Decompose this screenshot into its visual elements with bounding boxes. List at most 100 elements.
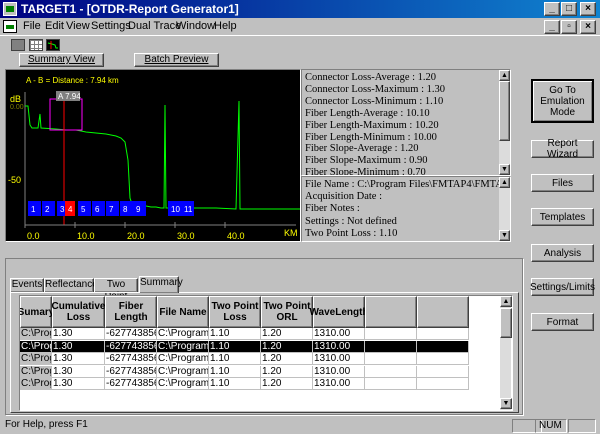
menu-file[interactable]: File [23,20,41,32]
scroll-down-button[interactable]: ▼ [499,164,510,175]
table-cell[interactable]: C:\Program Fil [157,353,209,365]
trace-icon[interactable] [46,39,60,51]
table-cell[interactable]: 1310.00 [313,328,365,340]
scroll-up-button[interactable]: ▲ [499,70,510,81]
tab-two-point[interactable]: Two Point [94,278,138,302]
table-cell[interactable]: 1.30 [52,328,105,340]
table-cell[interactable]: 1.30 [52,365,105,378]
view-single-icon[interactable] [11,39,25,51]
table-cell[interactable]: -6277438562 [105,353,157,365]
column-header[interactable] [417,296,469,328]
menu-help[interactable]: Help [214,20,237,32]
child-restore-button[interactable]: ▫ [561,20,577,34]
table-cell[interactable]: 1.30 [52,340,105,353]
minimize-button[interactable]: _ [544,2,560,16]
analysis-button[interactable]: Analysis [531,244,594,262]
row-header-cell[interactable]: C:\Progr [20,340,52,353]
table-cell[interactable] [417,365,469,378]
table-cell[interactable]: 1.20 [261,340,313,353]
child-minimize-button[interactable]: _ [544,20,560,34]
table-cell[interactable]: -6277438562 [105,328,157,340]
row-header-cell[interactable]: C:\Progr [20,378,52,390]
format-button[interactable]: Format [531,313,594,331]
table-cell[interactable] [365,365,417,378]
table-scroll-down-button[interactable]: ▼ [500,398,512,409]
table-cell[interactable]: 1.20 [261,378,313,390]
table-cell[interactable]: -6277438562 [105,365,157,378]
child-close-button[interactable]: × [580,20,596,34]
table-cell[interactable]: -6277438562 [105,340,157,353]
table-cell[interactable]: C:\Program Fil [157,378,209,390]
templates-label: Templates [539,211,586,223]
column-header[interactable]: Two Point Loss [209,296,261,328]
table-scrollbar[interactable]: ▲ ▼ [500,296,512,410]
batch-preview-button[interactable]: Batch Preview [134,53,219,67]
table-cell[interactable] [417,353,469,365]
table-cell[interactable]: 1.10 [209,340,261,353]
table-cell[interactable] [365,328,417,340]
table-cell[interactable]: 1.10 [209,353,261,365]
summary-table[interactable]: Sumary Cumulative Loss Fiber Length File Na… [19,295,513,411]
table-cell[interactable] [365,353,417,365]
table-cell[interactable]: 1.10 [209,328,261,340]
table-cell[interactable]: 1310.00 [313,340,365,353]
document-icon[interactable] [3,20,17,33]
table-scroll-up-button[interactable]: ▲ [500,296,512,307]
table-cell[interactable]: 1.10 [209,365,261,378]
menu-window[interactable]: Window [176,20,215,32]
file-scroll-down-button[interactable]: ▼ [499,230,510,241]
table-cell[interactable]: 1.30 [52,378,105,390]
column-header[interactable] [365,296,417,328]
table-cell[interactable]: 1.20 [261,328,313,340]
table-cell[interactable]: 1310.00 [313,353,365,365]
column-header[interactable]: Fiber Length [105,296,157,328]
app-icon[interactable] [3,2,17,16]
table-cell[interactable]: C:\Program Fil [157,365,209,378]
tab-summary[interactable]: Summary [139,276,183,293]
row-header-cell[interactable]: C:\Progr [20,353,52,365]
table-cell[interactable] [365,340,417,353]
table-cell[interactable]: C:\Program Fil [157,328,209,340]
table-cell[interactable] [365,378,417,390]
table-cell[interactable]: 1.30 [52,353,105,365]
view-grid-icon[interactable] [29,39,43,51]
templates-button[interactable]: Templates [531,208,594,226]
menu-view[interactable]: View [66,20,90,32]
summary-view-button[interactable]: Summary View [19,53,104,67]
column-header[interactable]: Cumulative Loss [52,296,105,328]
table-cell[interactable]: 1310.00 [313,378,365,390]
close-button[interactable]: × [580,2,596,16]
table-cell[interactable]: 1.10 [209,378,261,390]
row-header-cell[interactable]: C:\Progr [20,328,52,340]
column-header[interactable]: File Name [157,296,209,328]
tab-events[interactable]: Events [10,278,44,292]
menu-bar: File Edit View Settings Dual Trace Windo… [0,18,600,35]
column-header[interactable]: Sumary [20,296,54,328]
maximize-button[interactable]: □ [561,2,577,16]
column-header[interactable]: Two Point ORL [261,296,313,328]
report-wizard-button[interactable]: Report Wizard [531,138,594,160]
table-cell[interactable]: -6277438562 [105,378,157,390]
tab-reflectance[interactable]: Reflectance [44,278,98,292]
otdr-trace-chart[interactable]: A - B = Distance : 7.94 km dB 0.00 -50 K… [5,69,301,242]
file-scroll-up-button[interactable]: ▲ [499,177,510,188]
menu-dual-trace[interactable]: Dual Trace [128,20,181,32]
row-header-cell[interactable]: C:\Progr [20,365,52,378]
table-cell[interactable]: 1.20 [261,353,313,365]
summary-scrollbar[interactable]: ▲ ▼ [499,70,510,175]
settings-limits-button[interactable]: Settings/Limits [530,278,595,296]
column-header[interactable]: WaveLength [309,296,369,328]
table-cell[interactable]: 1310.00 [313,365,365,378]
table-scroll-thumb[interactable] [500,308,512,338]
table-cell[interactable]: C:\Program Fil [157,340,209,353]
files-button[interactable]: Files [531,174,594,192]
table-cell[interactable] [417,340,469,353]
table-cell[interactable] [417,378,469,390]
table-cell[interactable]: 1.20 [261,365,313,378]
menu-edit[interactable]: Edit [45,20,64,32]
emulation-mode-button[interactable]: Go To Emulation Mode [531,79,594,123]
table-cell[interactable] [417,328,469,340]
menu-settings[interactable]: Settings [91,20,131,32]
scroll-thumb[interactable] [499,81,510,141]
file-info-scrollbar[interactable]: ▲ ▼ [499,177,510,241]
